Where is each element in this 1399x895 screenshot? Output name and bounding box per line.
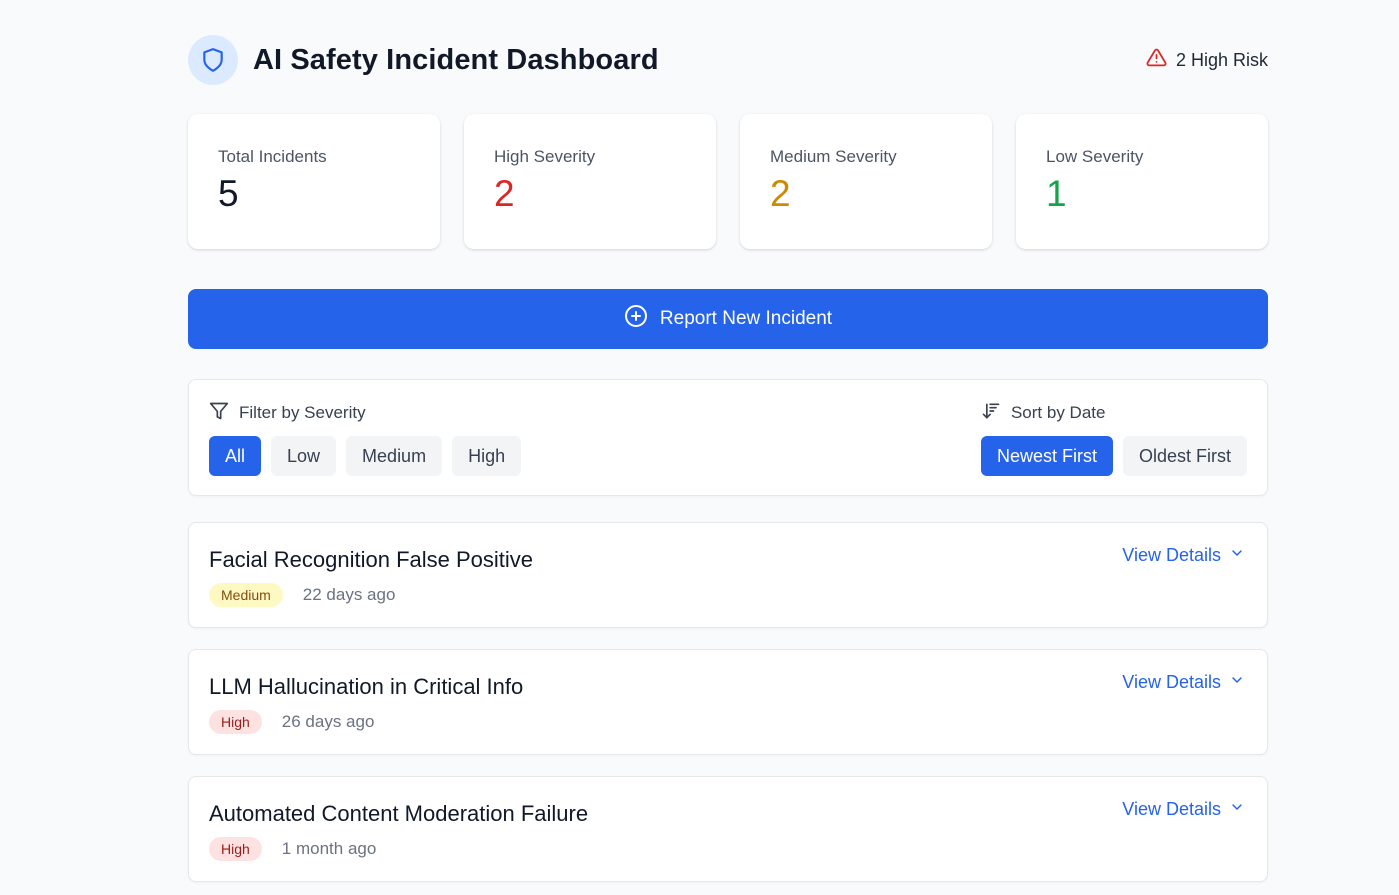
report-button-label: Report New Incident xyxy=(659,308,833,329)
filter-icon xyxy=(209,401,229,426)
sort-heading-label: Sort by Date xyxy=(1010,403,1106,422)
stat-value: 5 xyxy=(218,173,239,214)
incident-card: Facial Recognition False Positive Medium… xyxy=(188,522,1268,628)
incident-meta: High 26 days ago xyxy=(209,710,1247,734)
filter-panel: Filter by Severity All Low Medium High S… xyxy=(188,379,1268,496)
view-details-button[interactable]: View Details xyxy=(1122,799,1245,820)
filter-heading: Filter by Severity xyxy=(209,402,521,424)
stat-label: Total Incidents xyxy=(218,147,327,166)
incident-title: LLM Hallucination in Critical Info xyxy=(209,674,524,699)
incident-title: Facial Recognition False Positive xyxy=(209,547,534,572)
severity-badge: Medium xyxy=(209,583,283,607)
high-risk-indicator: 2 High Risk xyxy=(1146,47,1268,73)
filter-all-button[interactable]: All xyxy=(209,436,262,476)
incident-meta: Medium 22 days ago xyxy=(209,583,1247,607)
incident-age: 22 days ago xyxy=(302,585,396,604)
incident-card: LLM Hallucination in Critical Info High … xyxy=(188,649,1268,755)
stat-card-high: High Severity 2 xyxy=(464,114,716,249)
view-details-label: View Details xyxy=(1122,799,1221,819)
stat-card-total: Total Incidents 5 xyxy=(188,114,440,249)
incident-age: 26 days ago xyxy=(281,712,375,731)
chevron-down-icon xyxy=(1229,545,1245,566)
high-risk-label: 2 High Risk xyxy=(1175,49,1268,70)
severity-filter: Filter by Severity All Low Medium High xyxy=(209,402,522,495)
report-new-incident-button[interactable]: Report New Incident xyxy=(188,289,1268,349)
stat-card-low: Low Severity 1 xyxy=(1016,114,1268,249)
severity-badge: High xyxy=(209,710,262,734)
sort-options: Newest First Oldest First xyxy=(980,436,1247,476)
filter-high-button[interactable]: High xyxy=(452,436,522,476)
chevron-down-icon xyxy=(1229,672,1245,693)
stat-card-medium: Medium Severity 2 xyxy=(740,114,992,249)
stat-value: 2 xyxy=(494,173,515,214)
view-details-button[interactable]: View Details xyxy=(1122,672,1245,693)
stats-row: Total Incidents 5 High Severity 2 Medium… xyxy=(188,114,1268,249)
view-details-label: View Details xyxy=(1122,672,1221,692)
filter-low-button[interactable]: Low xyxy=(271,436,337,476)
incident-list: Facial Recognition False Positive Medium… xyxy=(188,522,1268,882)
incident-meta: High 1 month ago xyxy=(209,837,1247,861)
stat-value: 1 xyxy=(1046,173,1067,214)
header: AI Safety Incident Dashboard 2 High Risk xyxy=(188,0,1268,114)
stat-label: Medium Severity xyxy=(770,147,897,166)
stat-label: Low Severity xyxy=(1046,147,1144,166)
sort-oldest-button[interactable]: Oldest First xyxy=(1122,436,1247,476)
sort-descending-icon xyxy=(981,401,1001,426)
view-details-button[interactable]: View Details xyxy=(1122,545,1245,566)
view-details-label: View Details xyxy=(1122,545,1221,565)
alert-triangle-icon xyxy=(1146,47,1167,73)
sort-heading: Sort by Date xyxy=(981,401,1106,426)
brand: AI Safety Incident Dashboard xyxy=(188,35,659,85)
severity-badge: High xyxy=(209,837,262,861)
incident-card: Automated Content Moderation Failure Hig… xyxy=(188,776,1268,882)
date-sort: Sort by Date Newest First Oldest First xyxy=(980,401,1247,495)
severity-options: All Low Medium High xyxy=(209,436,522,476)
chevron-down-icon xyxy=(1229,799,1245,820)
sort-newest-button[interactable]: Newest First xyxy=(980,436,1113,476)
dashboard: AI Safety Incident Dashboard 2 High Risk… xyxy=(188,0,1268,882)
stat-value: 2 xyxy=(770,173,791,214)
stat-label: High Severity xyxy=(494,147,596,166)
plus-circle-icon xyxy=(624,304,648,334)
incident-age: 1 month ago xyxy=(281,839,377,858)
incident-title: Automated Content Moderation Failure xyxy=(209,801,589,826)
shield-icon xyxy=(188,35,238,85)
filter-medium-button[interactable]: Medium xyxy=(346,436,443,476)
filter-heading-label: Filter by Severity xyxy=(239,403,366,422)
page-title: AI Safety Incident Dashboard xyxy=(253,43,659,76)
